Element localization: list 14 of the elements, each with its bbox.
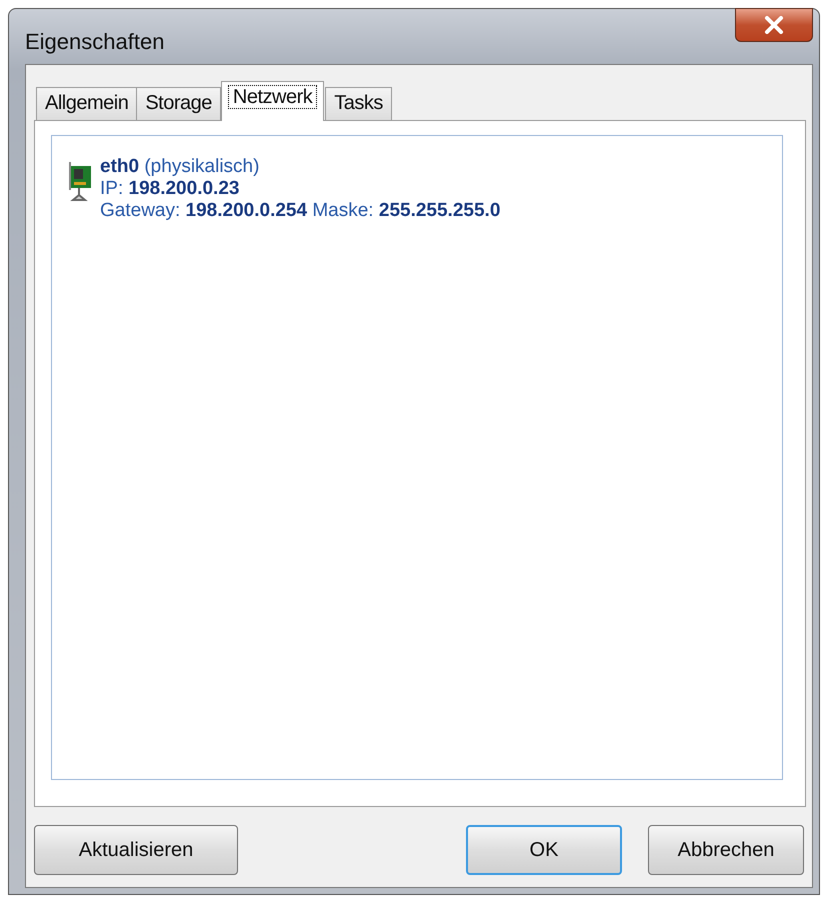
- ip-address: IP: 198.200.0.23: [100, 178, 240, 200]
- dialog-button[interactable]: OK: [466, 825, 622, 875]
- dialog-button[interactable]: Aktualisieren: [34, 825, 238, 875]
- tab[interactable]: Allgemein: [36, 87, 138, 121]
- interface-name: eth0 (physikalisch): [100, 156, 260, 178]
- close-button[interactable]: [735, 8, 813, 42]
- tab[interactable]: Netzwerk: [220, 81, 324, 121]
- window-title: Eigenschaften: [25, 29, 164, 55]
- gateway-and-mask: Gateway: 198.200.0.254 Maske: 255.255.255.0: [100, 200, 500, 222]
- close-icon: [763, 16, 785, 34]
- network-card-icon: [66, 160, 92, 204]
- tab[interactable]: Storage: [136, 87, 221, 121]
- dialog-button[interactable]: Abbrechen: [648, 825, 804, 875]
- tab[interactable]: Tasks: [325, 87, 392, 121]
